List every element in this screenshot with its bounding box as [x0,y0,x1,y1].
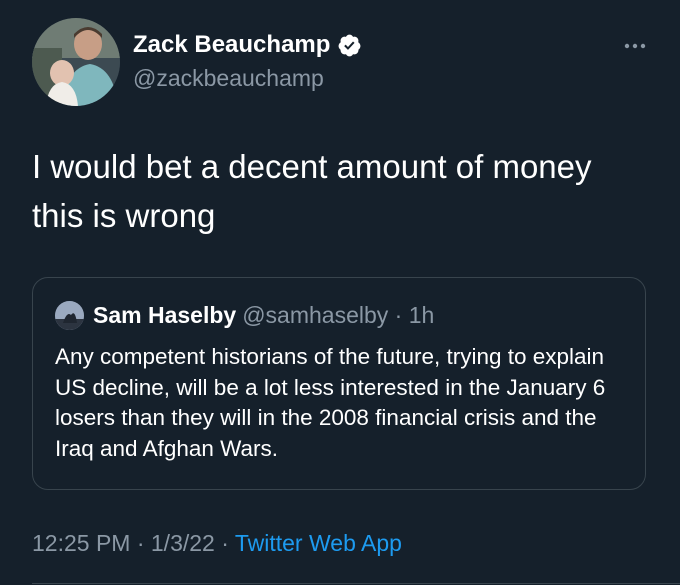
tweet-source-link[interactable]: Twitter Web App [235,530,402,556]
quoted-author-avatar[interactable] [55,301,84,330]
quoted-author-handle-time[interactable]: @samhaselby · 1h [242,302,434,328]
more-horizontal-icon[interactable] [622,37,648,55]
tweet-timestamp[interactable]: 12:25 PM · 1/3/22 · [32,530,235,556]
author-handle[interactable]: @zackbeauchamp [133,65,324,92]
author-name[interactable]: Zack Beauchamp [133,31,362,59]
divider [32,583,680,584]
verified-badge-icon [337,33,362,58]
tweet: Zack Beauchamp @zackbeauchamp I would be… [0,0,680,585]
tweet-meta: 12:25 PM · 1/3/22 · Twitter Web App [32,530,402,557]
author-avatar[interactable] [32,18,120,106]
quoted-tweet-text: Any competent historians of the future, … [55,344,606,461]
quoted-tweet-header: Sam Haselby @samhaselby · 1h [93,302,434,329]
tweet-text: I would bet a decent amount of money thi… [32,148,592,234]
quoted-author-name[interactable]: Sam Haselby [93,302,236,328]
quoted-tweet[interactable]: Sam Haselby @samhaselby · 1h Any competen… [32,277,646,490]
author-name-text[interactable]: Zack Beauchamp [133,31,330,59]
